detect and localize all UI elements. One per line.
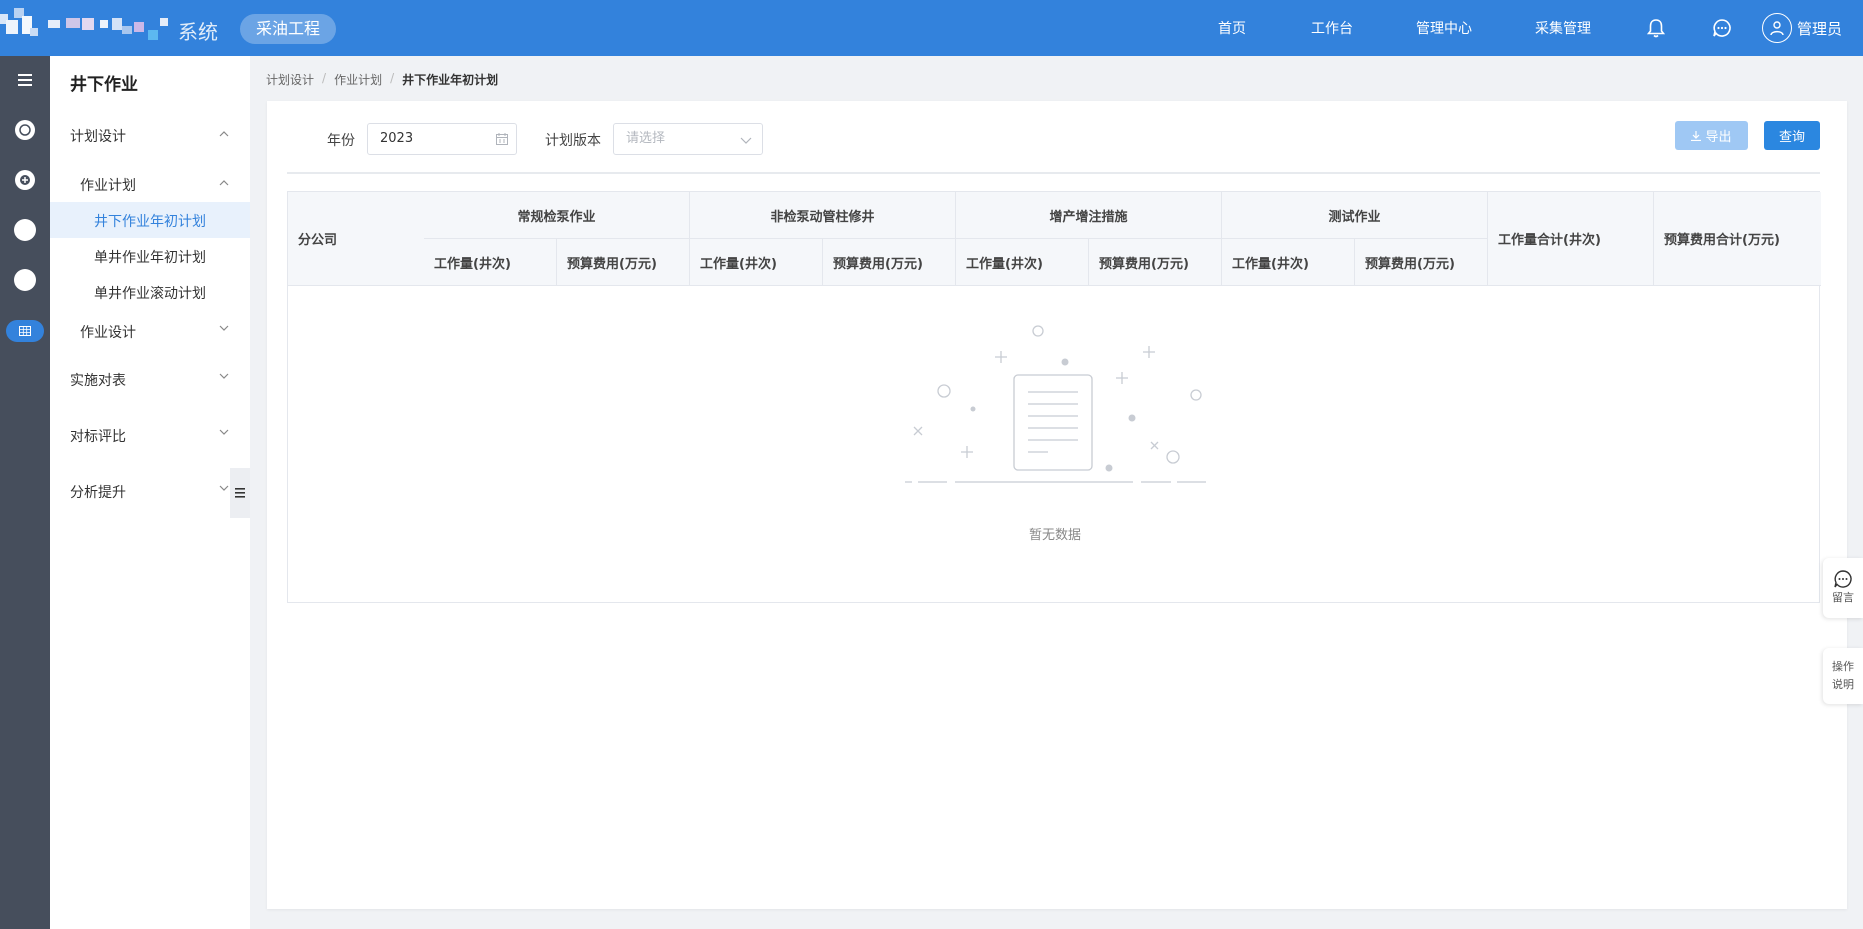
header-budget: 预算费用(万元) xyxy=(1089,239,1222,286)
bell-icon[interactable] xyxy=(1645,17,1667,39)
export-label: 导出 xyxy=(1705,130,1732,145)
message-tab[interactable]: 留言 xyxy=(1823,558,1863,618)
header-budget: 预算费用(万元) xyxy=(557,239,690,286)
menu-group-implementation[interactable]: 实施对表 xyxy=(70,370,126,390)
empty-text: 暂无数据 xyxy=(1028,528,1081,543)
header-group: 常规检泵作业 xyxy=(424,192,690,239)
nav-collection-management[interactable]: 采集管理 xyxy=(1535,18,1591,38)
header-group: 增产增注措施 xyxy=(956,192,1222,239)
icon-rail xyxy=(0,56,50,929)
export-button[interactable]: 导出 xyxy=(1675,121,1748,150)
help-label-line1: 操作 xyxy=(1832,660,1854,673)
plus-circle-icon[interactable] xyxy=(13,168,37,192)
circle-icon[interactable] xyxy=(13,118,37,142)
chevron-up-icon[interactable] xyxy=(218,128,230,140)
user-name[interactable]: 管理员 xyxy=(1797,18,1842,39)
header-group: 非检泵动管柱修井 xyxy=(690,192,956,239)
help-tab[interactable]: 操作 说明 xyxy=(1823,648,1863,704)
app-logo[interactable]: 系统 xyxy=(0,0,225,56)
circle-icon[interactable] xyxy=(13,218,37,242)
breadcrumb-current: 井下作业年初计划 xyxy=(402,73,499,87)
chevron-down-icon[interactable] xyxy=(740,135,752,145)
menu-group-benchmark[interactable]: 对标评比 xyxy=(70,426,126,446)
nav-management-center[interactable]: 管理中心 xyxy=(1416,18,1472,38)
header-group: 测试作业 xyxy=(1222,192,1488,239)
breadcrumb-separator: / xyxy=(390,71,395,85)
header-branch: 分公司 xyxy=(288,192,425,286)
header-budget: 预算费用(万元) xyxy=(1355,239,1488,286)
year-picker[interactable]: 2023 xyxy=(367,123,517,155)
menu-item-single-well-rolling[interactable]: 单井作业滚动计划 xyxy=(94,283,206,303)
menu-group-analysis[interactable]: 分析提升 xyxy=(70,482,126,502)
logo-text: 系统 xyxy=(178,20,218,44)
download-icon xyxy=(1691,130,1702,141)
version-select[interactable]: 请选择 xyxy=(613,123,763,155)
user-icon[interactable] xyxy=(1762,13,1792,43)
year-value: 2023 xyxy=(380,131,414,146)
year-label: 年份 xyxy=(327,133,355,149)
app-switcher[interactable]: 采油工程 xyxy=(240,14,337,44)
header-total-workload: 工作量合计(井次) xyxy=(1488,192,1654,286)
chevron-down-icon[interactable] xyxy=(218,426,230,438)
chevron-up-icon[interactable] xyxy=(218,177,230,189)
header-budget: 预算费用(万元) xyxy=(823,239,956,286)
header-workload: 工作量(井次) xyxy=(1222,239,1355,286)
header-workload: 工作量(井次) xyxy=(956,239,1089,286)
breadcrumb-item[interactable]: 作业计划 xyxy=(334,71,382,88)
chat-icon[interactable] xyxy=(1711,17,1733,39)
calendar-icon[interactable] xyxy=(496,133,508,145)
collapse-menu-icon[interactable] xyxy=(230,468,250,518)
menu-group-work-plan[interactable]: 作业计划 xyxy=(80,175,136,195)
chat-icon xyxy=(1834,570,1852,588)
header-total-budget: 预算费用合计(万元) xyxy=(1654,192,1821,286)
nav-home[interactable]: 首页 xyxy=(1218,18,1246,38)
message-label: 留言 xyxy=(1832,591,1854,604)
chevron-down-icon[interactable] xyxy=(218,482,230,494)
breadcrumb: 计划设计 / 作业计划 / 井下作业年初计划 xyxy=(266,71,498,88)
query-button[interactable]: 查询 xyxy=(1764,121,1820,150)
hamburger-menu-icon[interactable] xyxy=(13,68,37,92)
chevron-down-icon[interactable] xyxy=(218,322,230,334)
top-header: 系统 采油工程 首页 工作台 管理中心 采集管理 管理员 xyxy=(0,0,1863,56)
menu-item-annual-plan[interactable]: 井下作业年初计划 xyxy=(94,211,206,231)
breadcrumb-item[interactable]: 计划设计 xyxy=(266,71,314,88)
header-workload: 工作量(井次) xyxy=(690,239,823,286)
breadcrumb-separator: / xyxy=(322,71,327,85)
circle-icon[interactable] xyxy=(13,268,37,292)
menu-group-plan-design[interactable]: 计划设计 xyxy=(70,126,126,146)
menu-title: 井下作业 xyxy=(70,75,138,95)
filter-divider xyxy=(287,172,1820,174)
menu-item-single-well-annual[interactable]: 单井作业年初计划 xyxy=(94,247,206,267)
version-placeholder: 请选择 xyxy=(626,131,666,146)
menu-group-work-design[interactable]: 作业设计 xyxy=(80,322,136,342)
grid-icon[interactable] xyxy=(6,320,44,342)
help-label-line2: 说明 xyxy=(1832,678,1854,691)
empty-data-illustration xyxy=(905,325,1206,483)
chevron-down-icon[interactable] xyxy=(218,370,230,382)
header-workload: 工作量(井次) xyxy=(424,239,557,286)
side-menu: 井下作业 计划设计 作业计划 井下作业年初计划 单井作业年初计划 单井作业滚动计… xyxy=(50,56,250,929)
version-label: 计划版本 xyxy=(545,133,601,149)
nav-workbench[interactable]: 工作台 xyxy=(1311,18,1353,38)
